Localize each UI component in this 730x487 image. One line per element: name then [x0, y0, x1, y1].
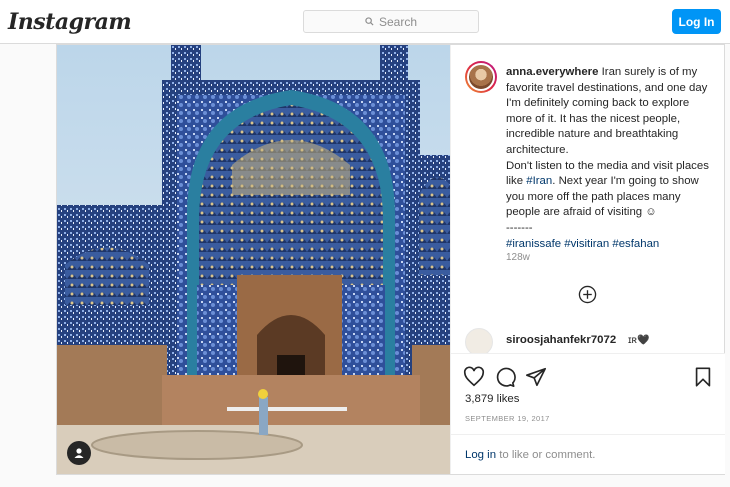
instagram-logo[interactable]: Instagram	[8, 9, 132, 35]
post-time-ago[interactable]: 128w	[506, 252, 530, 263]
search-placeholder: Search	[378, 14, 418, 29]
hashtag-esfahan[interactable]: #esfahan	[612, 238, 659, 250]
post-actions: 3,879 likes SEPTEMBER 19, 2017 Log in to…	[451, 353, 725, 474]
comment-icon[interactable]	[494, 366, 516, 388]
login-link[interactable]: Log in	[465, 449, 496, 461]
login-prompt-text: to like or comment.	[496, 449, 596, 461]
comment-text: ɪʀ🖤	[628, 335, 650, 346]
heart-icon[interactable]	[463, 366, 485, 388]
post-sidebar: anna.everywhere Iran surely is of my fav…	[450, 45, 725, 474]
author-avatar[interactable]	[465, 61, 497, 93]
user-tag-icon	[74, 448, 84, 458]
hashtag-visitiran[interactable]: #visitiran	[564, 238, 609, 250]
post-caption: anna.everywhere Iran surely is of my fav…	[506, 65, 711, 252]
share-icon[interactable]	[525, 366, 547, 388]
author-username[interactable]: anna.everywhere	[506, 66, 598, 78]
post-date: SEPTEMBER 19, 2017	[465, 414, 550, 423]
tagged-users-button[interactable]	[67, 441, 91, 465]
commenter-username[interactable]: siroosjahanfekr7072	[506, 334, 616, 346]
search-icon	[365, 17, 374, 26]
hashtag-iran[interactable]: #Iran	[526, 175, 552, 187]
commenter-avatar[interactable]	[465, 328, 493, 353]
comment-item: siroosjahanfekr7072 ɪʀ🖤	[465, 328, 725, 353]
comments-section: anna.everywhere Iran surely is of my fav…	[451, 45, 725, 353]
post-photo[interactable]	[57, 45, 450, 474]
hashtag-iranissafe[interactable]: #iranissafe	[506, 238, 561, 250]
login-prompt: Log in to like or comment.	[451, 434, 725, 475]
plus-circle-icon[interactable]	[578, 285, 597, 304]
like-count[interactable]: 3,879 likes	[465, 393, 519, 405]
bookmark-icon[interactable]	[692, 366, 714, 388]
top-navigation: Instagram Search Log In	[0, 0, 730, 44]
post-card: anna.everywhere Iran surely is of my fav…	[56, 44, 725, 475]
mosque-photo-illustration	[57, 45, 450, 474]
login-button[interactable]: Log In	[672, 9, 721, 34]
caption-separator: -------	[506, 221, 533, 234]
search-input[interactable]: Search	[303, 10, 479, 33]
caption-text: Iran surely is of my favorite travel des…	[506, 66, 708, 156]
